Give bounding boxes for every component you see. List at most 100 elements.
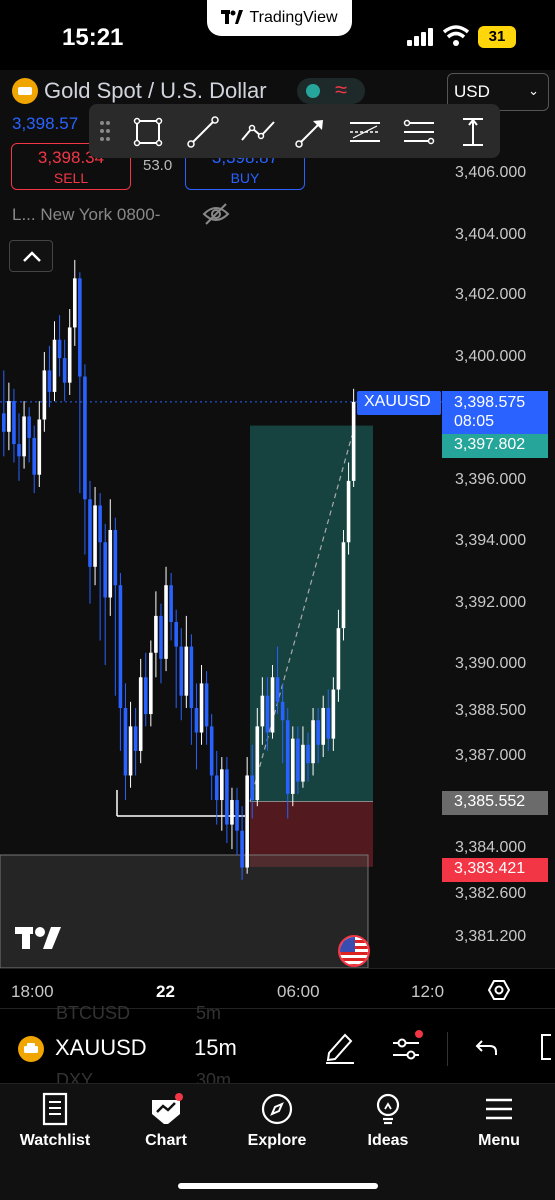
candle-up [341, 542, 346, 629]
candle-up [290, 738, 295, 794]
candle-down [88, 499, 92, 567]
arrow-tool-icon[interactable] [295, 116, 327, 148]
time-label: 18:00 [11, 982, 54, 1001]
candle-up [67, 327, 72, 383]
drawing-toolbar[interactable] [89, 104, 500, 158]
price-range-tool-icon[interactable] [457, 116, 489, 148]
parallel-channel-tool-icon[interactable] [347, 116, 383, 148]
nav-chart[interactable]: Chart [111, 1092, 221, 1150]
rectangle-tool-icon[interactable] [132, 116, 164, 148]
candle-down [32, 437, 37, 475]
candle-down [113, 529, 118, 586]
time-label: 06:00 [277, 982, 320, 1001]
nav-explore[interactable]: Explore [222, 1092, 332, 1150]
price-axis-label: 3,390.000 [455, 655, 527, 672]
candle-down [103, 542, 107, 598]
ghost-interval: 5m [196, 1003, 222, 1023]
price-axis-label: 3,388.500 [455, 702, 527, 719]
candle-up [311, 720, 315, 764]
chevron-down-icon: ⌄ [528, 83, 539, 98]
hamburger-icon [486, 1098, 512, 1120]
indicators-icon[interactable] [390, 1029, 424, 1065]
gray-zone [0, 854, 369, 969]
tradingview-watermark-icon [15, 927, 61, 949]
battery-indicator: 31 [478, 26, 516, 48]
candle-up [37, 419, 42, 475]
compass-icon [261, 1093, 293, 1125]
time-axis[interactable]: 18:00 22 06:00 12:0 [0, 968, 555, 1008]
candle-up [321, 707, 326, 745]
symbol-price-tag: XAUUSD [357, 391, 441, 415]
candle-up [138, 677, 143, 751]
candle-down [306, 744, 310, 764]
path-tool-icon[interactable] [239, 116, 277, 148]
fullscreen-icon[interactable] [537, 1029, 555, 1065]
wave-icon: ≈ [335, 77, 348, 102]
candle-down [326, 707, 331, 739]
entry-price-tag: 3,385.552 [442, 791, 548, 815]
price-axis-label: 3,382.600 [455, 885, 527, 902]
candle-up [220, 769, 224, 801]
candle-up [270, 677, 275, 733]
candle-down [280, 701, 285, 721]
price-axis-label: 3,387.000 [455, 747, 527, 764]
nav-ideas[interactable]: Ideas [333, 1092, 443, 1150]
symbol-header[interactable]: Gold Spot / U.S. Dollar [12, 78, 267, 104]
lightbulb-icon [376, 1093, 400, 1125]
undo-icon[interactable] [474, 1029, 500, 1065]
candle-down [275, 677, 280, 702]
candle-up [351, 401, 356, 481]
candle-up [331, 689, 336, 739]
nav-label: Watchlist [19, 1132, 91, 1149]
drag-handle-icon[interactable] [99, 120, 111, 142]
cellular-signal-icon [407, 28, 433, 46]
candle-down [189, 646, 194, 708]
candle-down [159, 615, 163, 659]
sell-label: SELL [53, 170, 89, 186]
eye-off-icon[interactable] [202, 202, 230, 226]
home-indicator[interactable] [178, 1183, 378, 1189]
candle-down [285, 720, 290, 794]
trend-line-tool-icon[interactable] [187, 116, 219, 148]
symbol-bar[interactable]: BTCUSD 5m XAUUSD 15m DXY 30m [0, 1003, 555, 1090]
price-axis-label: 3,400.000 [455, 348, 527, 365]
nav-watchlist[interactable]: Watchlist [0, 1092, 110, 1150]
pen-drawing-icon[interactable] [323, 1029, 357, 1065]
candle-up [301, 744, 305, 782]
candle-down [17, 444, 21, 457]
nav-label: Menu [478, 1132, 520, 1149]
fib-tool-icon[interactable] [401, 116, 437, 148]
candle-down [62, 358, 67, 383]
current-price-value: 3,398.575 [454, 394, 526, 411]
candle-up [230, 800, 234, 825]
gold-coin-icon [18, 1036, 44, 1062]
candle-down [123, 707, 128, 776]
last-price: 3,398.57 [12, 114, 79, 133]
ghost-symbol: BTCUSD [56, 1003, 131, 1023]
symbol-selector[interactable]: XAUUSD [55, 1035, 147, 1061]
price-axis-label: 3,396.000 [455, 471, 527, 488]
candle-down [47, 370, 52, 392]
interval-selector[interactable]: 15m [194, 1035, 237, 1061]
candle-up [260, 695, 265, 727]
candle-up [149, 652, 153, 715]
current-price-tag: 3,398.575 08:05 [442, 391, 548, 434]
us-flag-icon[interactable] [338, 935, 370, 967]
chart-settings-icon[interactable] [487, 978, 511, 1002]
candle-down [179, 646, 184, 696]
market-status-badge[interactable]: ≈ [297, 77, 365, 104]
candle-up [42, 370, 47, 420]
buy-label: BUY [230, 170, 260, 186]
candle-down [12, 401, 16, 445]
watchlist-icon [42, 1092, 68, 1126]
candle-down [83, 376, 87, 500]
candle-up [346, 480, 351, 543]
stop-price-tag: 3,383.421 [442, 858, 548, 882]
collapse-button[interactable] [9, 240, 53, 272]
candle-down [27, 416, 31, 438]
candle-up [93, 505, 97, 567]
price-axis-label: 3,402.000 [455, 286, 527, 303]
nav-menu[interactable]: Menu [444, 1092, 554, 1150]
app-pill[interactable]: TradingView [207, 0, 352, 36]
candle-up [336, 628, 341, 690]
